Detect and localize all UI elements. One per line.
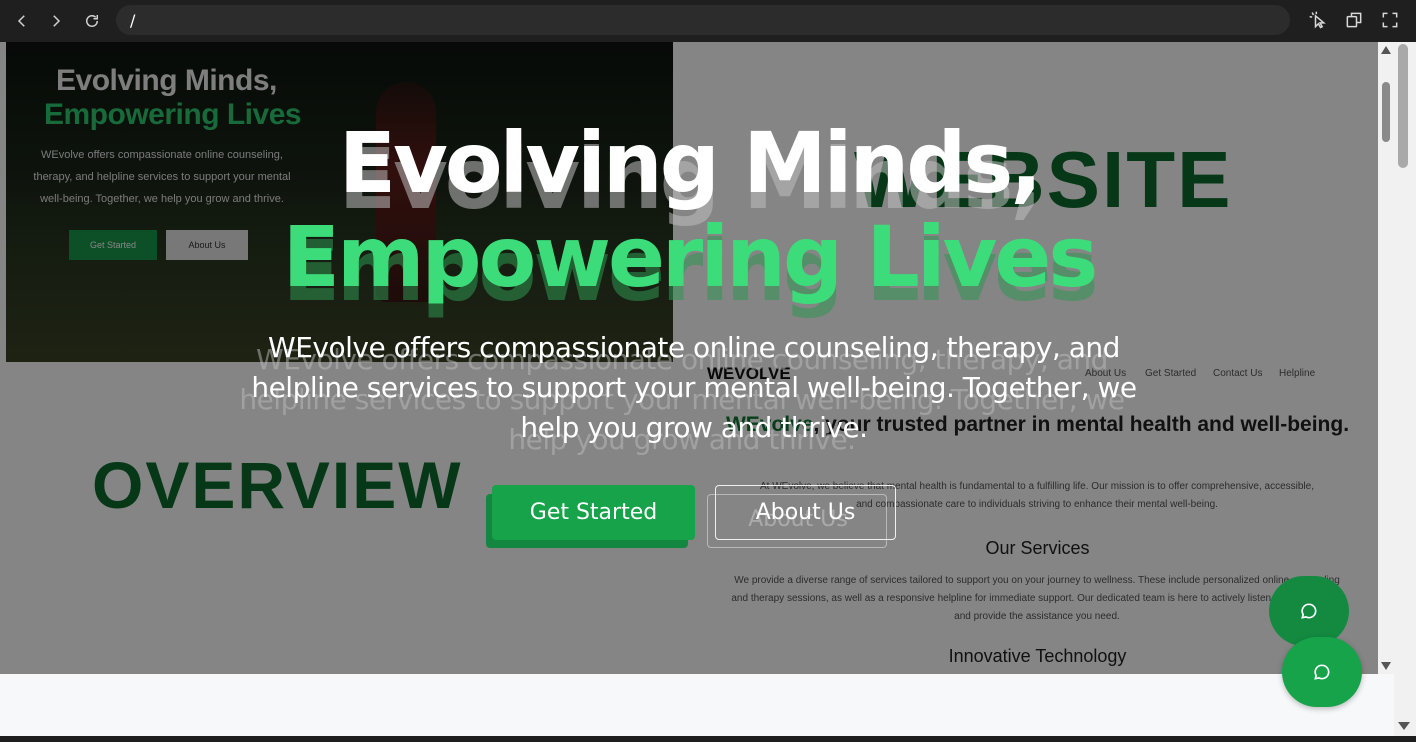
scroll-up-arrow-icon[interactable] [1381, 46, 1391, 54]
fullscreen-icon[interactable] [1378, 8, 1402, 32]
back-icon[interactable] [8, 7, 36, 35]
hero-title: Evolving Minds, [338, 114, 1043, 212]
scroll-down-arrow-icon[interactable] [1381, 662, 1391, 670]
inner-scrollbar-thumb[interactable] [1382, 82, 1390, 142]
hero-section: Evolving Minds, Evolving Minds, Empoweri… [0, 42, 1378, 674]
chat-bubble-icon [1314, 664, 1330, 680]
get-started-button[interactable]: Get Started [492, 485, 695, 540]
forward-icon[interactable] [42, 7, 70, 35]
page-footer-area [0, 674, 1394, 736]
hero-description: WEvolve offers compassionate online coun… [251, 331, 1137, 444]
window-bottom-border [0, 736, 1416, 742]
outer-scrollbar-thumb[interactable] [1398, 44, 1408, 168]
cursor-icon[interactable] [1306, 8, 1330, 32]
about-us-button[interactable]: About Us [715, 485, 896, 540]
toolbar-actions [1306, 8, 1402, 32]
url-text: / [130, 10, 136, 30]
chat-button[interactable] [1282, 637, 1362, 707]
browser-toolbar: / [0, 0, 1416, 42]
outer-scroll-down-arrow-icon[interactable] [1398, 722, 1410, 730]
hero-subtitle: Empowering Lives [282, 208, 1099, 306]
chat-bubble-icon [1301, 603, 1317, 619]
page-viewport: Evolving Minds, Empowering Lives WEvolve… [0, 42, 1378, 674]
outer-scrollbar[interactable] [1394, 42, 1416, 736]
reload-icon[interactable] [78, 7, 106, 35]
inner-scrollbar[interactable] [1378, 42, 1394, 674]
copy-window-icon[interactable] [1342, 8, 1366, 32]
url-bar[interactable]: / [116, 5, 1290, 35]
chat-button-background[interactable] [1269, 576, 1349, 646]
